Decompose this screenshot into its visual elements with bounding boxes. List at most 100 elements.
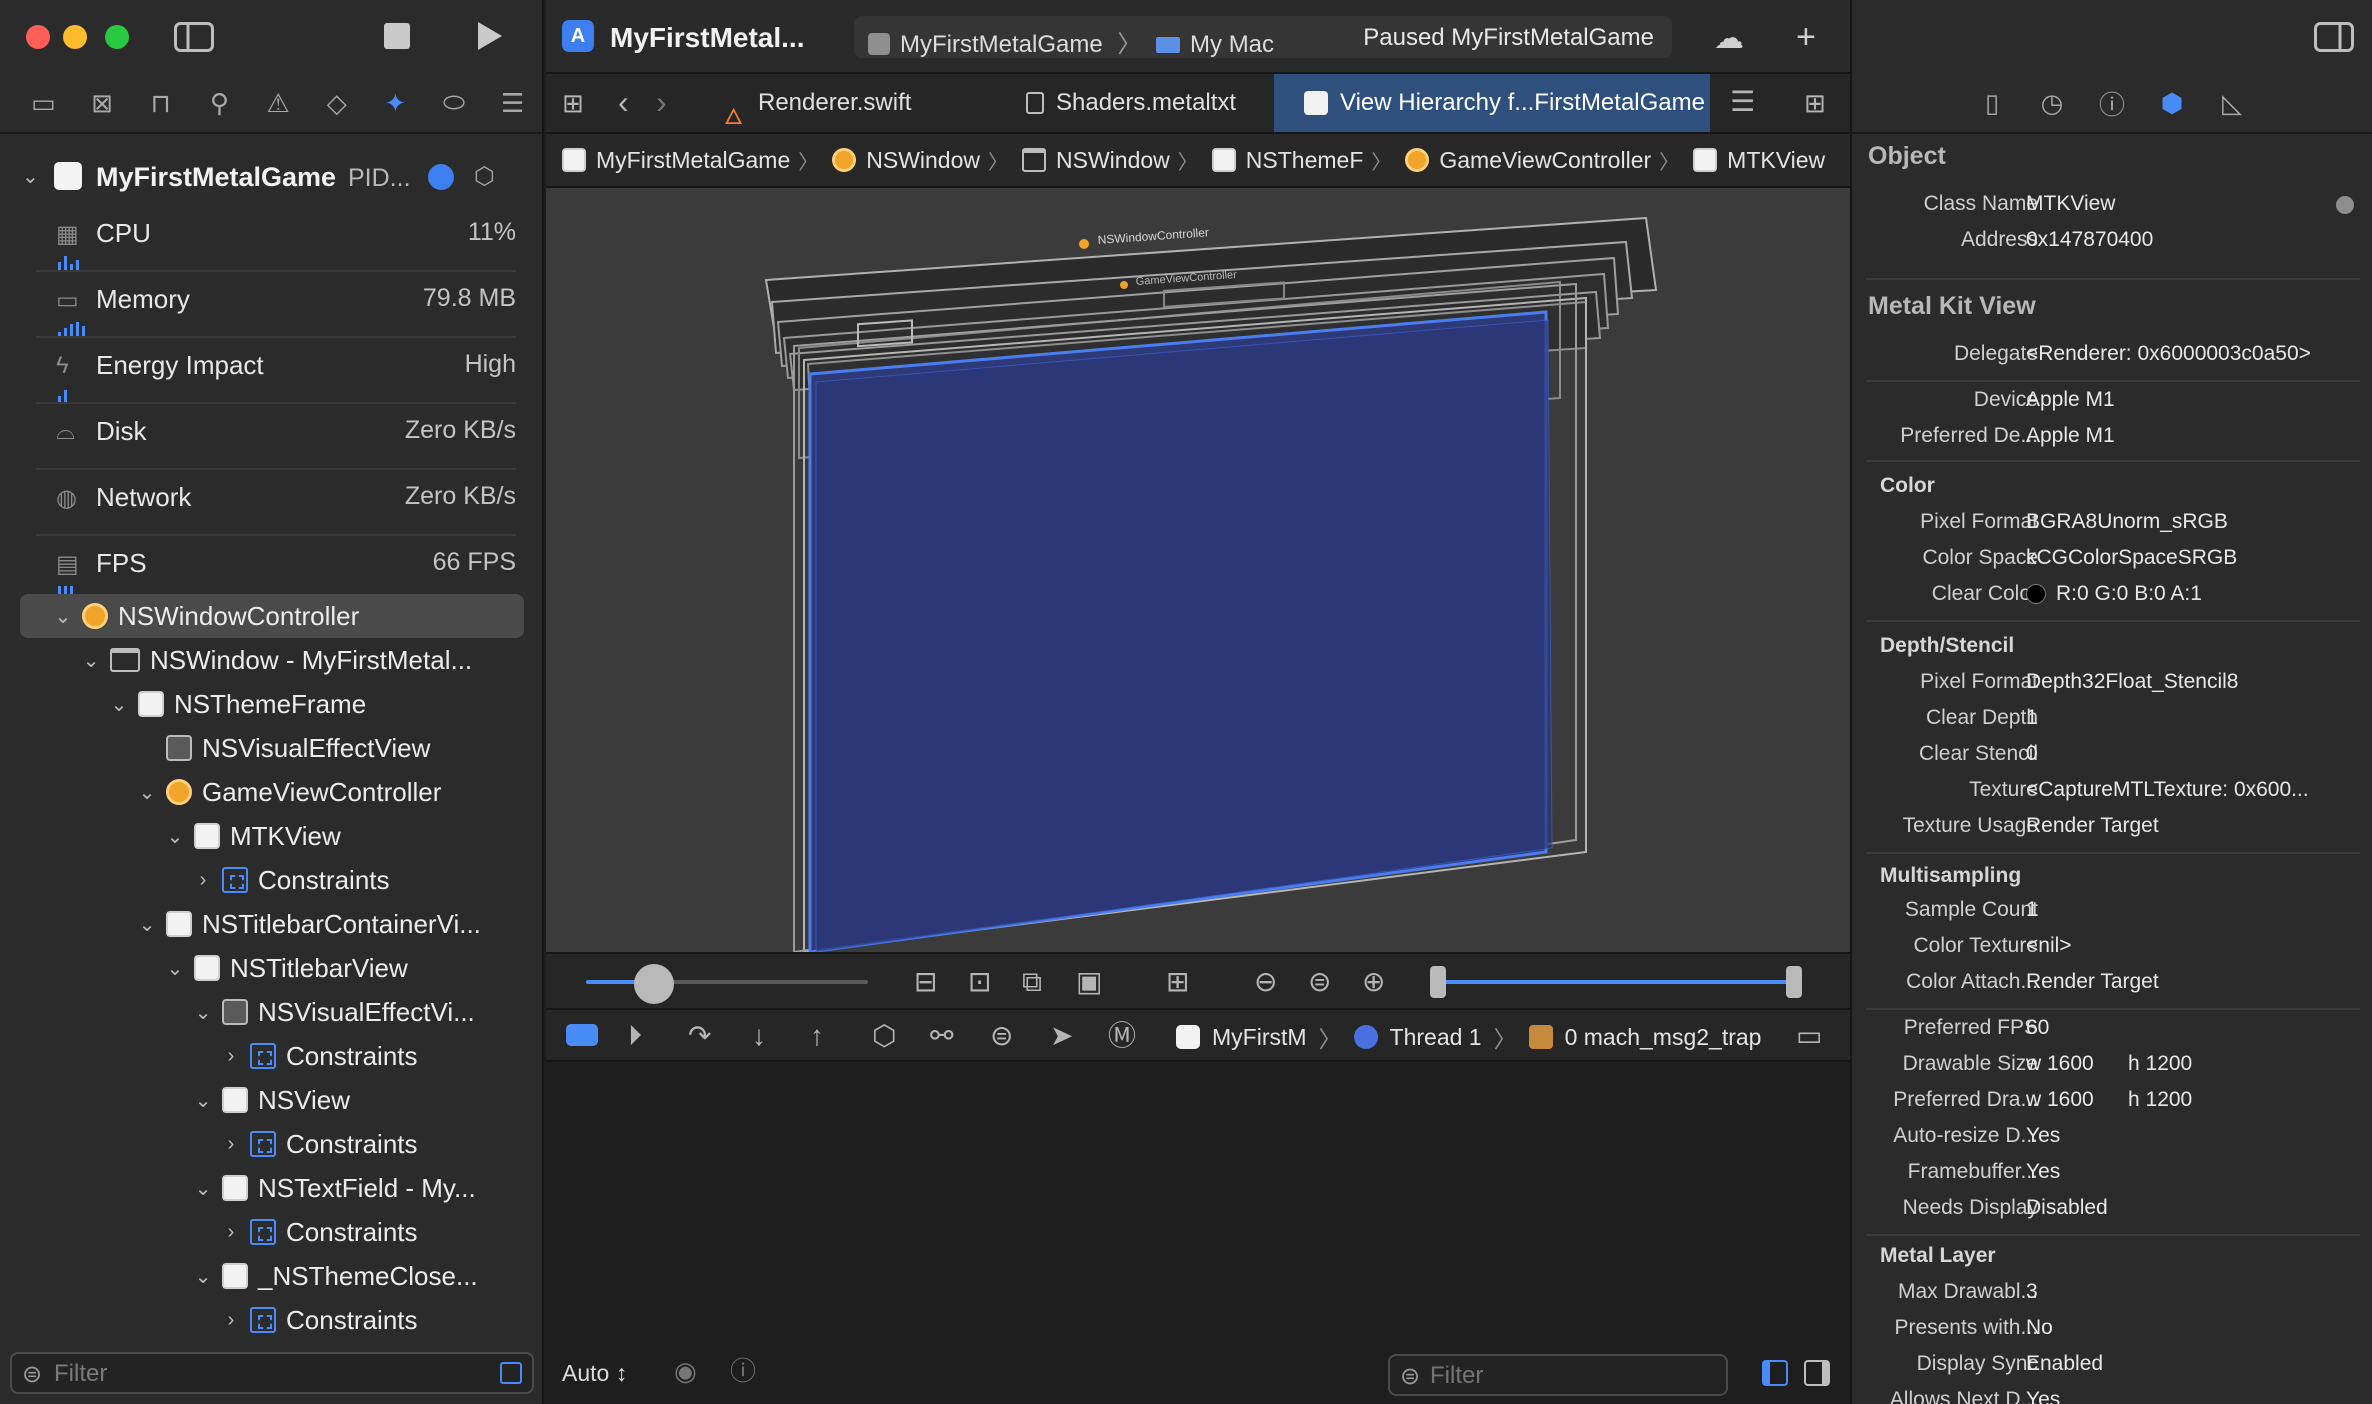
help-icon[interactable]: ⓘ — [2095, 86, 2129, 120]
view-debugger-icon[interactable]: ⬡ — [872, 1022, 896, 1050]
chevron-right-icon[interactable]: › — [218, 1045, 244, 1068]
tree-item[interactable]: NSVisualEffectView — [134, 726, 524, 770]
breadcrumb-item[interactable]: MyFirstMetalGame — [562, 147, 790, 174]
step-out-icon[interactable]: ↑ — [810, 1022, 824, 1050]
zoom-in-icon[interactable]: ⊕ — [1362, 968, 1385, 996]
hide-console-icon[interactable]: ▭ — [1796, 1022, 1822, 1050]
metal-capture-icon[interactable]: Ⓜ — [1108, 1022, 1136, 1050]
range-slider-max-handle[interactable] — [1786, 966, 1802, 998]
continue-icon[interactable]: ⏵ — [628, 1022, 642, 1050]
report-icon[interactable]: ☰ — [483, 83, 542, 123]
breadcrumb-item[interactable]: MTKView — [1693, 147, 1825, 174]
chevron-down-icon[interactable]: ⌄ — [162, 956, 188, 981]
gauge-fps[interactable]: ▤ FPS 66 FPS — [36, 536, 516, 602]
back-icon[interactable]: ‹ — [618, 86, 629, 118]
gauge-network[interactable]: ◍ Network Zero KB/s — [36, 470, 516, 536]
show-console-icon[interactable] — [1804, 1360, 1830, 1386]
breadcrumb-item[interactable]: NSThemeF — [1211, 147, 1363, 174]
sidebar-toggle-icon[interactable] — [174, 22, 214, 58]
breakpoints-toggle-icon[interactable] — [566, 1024, 598, 1046]
stop-icon[interactable] — [384, 23, 410, 55]
size-inspector-icon[interactable]: ◺ — [2215, 86, 2249, 120]
chevron-right-icon[interactable]: › — [218, 1133, 244, 1156]
forward-icon[interactable]: › — [656, 86, 667, 118]
breadcrumb-item[interactable]: NSWindow — [832, 147, 980, 174]
test-icon[interactable]: ◇ — [307, 83, 366, 123]
chevron-down-icon[interactable]: ⌄ — [22, 164, 39, 189]
tree-item[interactable]: ⌄ _NSThemeClose... — [190, 1254, 524, 1298]
layers-icon[interactable]: ▣ — [1076, 968, 1102, 996]
process-row[interactable]: ⌄ MyFirstMetalGame PID... ⬡ — [0, 152, 544, 202]
view-debugger-canvas[interactable]: NSWindowController GameViewController — [546, 188, 1850, 952]
tree-item[interactable]: ⌄ NSTextField - My... — [190, 1166, 524, 1210]
tree-item[interactable]: › Constraints — [218, 1210, 524, 1254]
editor-options-icon[interactable]: ☰ — [1730, 88, 1755, 116]
tree-item[interactable]: ⌄ NSView — [190, 1078, 524, 1122]
info-icon[interactable]: ⓘ — [730, 1358, 756, 1384]
grid-icon[interactable]: ⊞ — [562, 90, 584, 116]
console-mode-select[interactable]: Auto ↕ — [562, 1360, 627, 1387]
chevron-down-icon[interactable]: ⌄ — [106, 692, 132, 717]
gauge-cpu[interactable]: ▦ CPU 11% — [36, 206, 516, 272]
close-window-button[interactable] — [26, 25, 50, 49]
debug-thread[interactable]: Thread 1 — [1390, 1024, 1482, 1051]
tab-view-hierarchy[interactable]: View Hierarchy f...FirstMetalGame — [1274, 74, 1710, 132]
chevron-down-icon[interactable]: ⌄ — [50, 604, 76, 629]
add-icon[interactable]: + — [1796, 20, 1816, 54]
debug-navigator-icon[interactable]: ✦ — [366, 83, 425, 123]
tree-item[interactable]: ⌄ NSThemeFrame — [106, 682, 524, 726]
tree-item[interactable]: ⌄ NSTitlebarContainerVi... — [134, 902, 524, 946]
range-slider-track[interactable] — [1436, 980, 1792, 984]
split-editor-icon[interactable]: ⊞ — [1804, 90, 1826, 116]
color-swatch[interactable] — [2026, 584, 2046, 604]
source-control-icon[interactable]: ⊠ — [73, 83, 132, 123]
chevron-right-icon[interactable]: › — [218, 1221, 244, 1244]
tree-item[interactable]: ⌄ NSWindowController — [20, 594, 524, 638]
spacing-slider-track[interactable] — [586, 980, 868, 984]
gauge-memory[interactable]: ▭ Memory 79.8 MB — [36, 272, 516, 338]
minimize-window-button[interactable] — [63, 25, 87, 49]
tree-item[interactable]: › Constraints — [218, 1298, 524, 1342]
tree-item[interactable]: ⌄ NSVisualEffectVi... — [190, 990, 524, 1034]
show-constraints-icon[interactable]: ⊡ — [968, 968, 991, 996]
chevron-down-icon[interactable]: ⌄ — [190, 1088, 216, 1113]
tree-item[interactable]: › Constraints — [190, 858, 524, 902]
gauge-energy-impact[interactable]: ϟ Energy Impact High — [36, 338, 516, 404]
cube-icon[interactable]: ⬡ — [474, 162, 495, 191]
chevron-down-icon[interactable]: ⌄ — [134, 912, 160, 937]
chevron-down-icon[interactable]: ⌄ — [162, 824, 188, 849]
gauge-disk[interactable]: ⌓ Disk Zero KB/s — [36, 404, 516, 470]
history-icon[interactable]: ◷ — [2035, 86, 2069, 120]
breadcrumb-item[interactable]: NSWindow — [1022, 147, 1170, 174]
breadcrumb-item[interactable]: GameViewController — [1405, 147, 1651, 174]
debug-target[interactable]: MyFirstM — [1212, 1024, 1307, 1051]
bookmark-icon[interactable]: ⊓ — [131, 83, 190, 123]
filter-options-icon[interactable] — [500, 1362, 522, 1384]
file-inspector-icon[interactable]: ▯ — [1975, 86, 2009, 120]
run-icon[interactable] — [476, 20, 504, 58]
info-icon[interactable] — [428, 164, 454, 190]
tree-item[interactable]: ⌄ MTKView — [162, 814, 524, 858]
clip-content-icon[interactable]: ⊟ — [914, 968, 937, 996]
navigator-filter-input[interactable] — [54, 1358, 474, 1390]
zoom-window-button[interactable] — [105, 25, 129, 49]
chevron-down-icon[interactable]: ⌄ — [78, 648, 104, 673]
spacing-slider-thumb[interactable] — [634, 964, 674, 1004]
chevron-down-icon[interactable]: ⌄ — [134, 780, 160, 805]
tree-item[interactable]: ⌄ NSTitlebarView — [162, 946, 524, 990]
tree-item[interactable]: ⌄ NSWindow - MyFirstMetal... — [78, 638, 524, 682]
search-icon[interactable]: ⚲ — [190, 83, 249, 123]
zoom-out-icon[interactable]: ⊖ — [1254, 968, 1277, 996]
eye-icon[interactable]: ◉ — [674, 1358, 697, 1384]
location-icon[interactable]: ➤ — [1050, 1022, 1073, 1050]
folder-icon[interactable]: ▭ — [14, 83, 73, 123]
chevron-down-icon[interactable]: ⌄ — [190, 1000, 216, 1025]
show-variables-icon[interactable] — [1762, 1360, 1788, 1386]
tree-item[interactable]: ⌄ GameViewController — [134, 770, 524, 814]
zoom-actual-icon[interactable]: ⊜ — [1308, 968, 1331, 996]
tab-renderer-swift[interactable]: 🜂 Renderer.swift — [696, 74, 996, 132]
tree-item[interactable]: › Constraints — [218, 1034, 524, 1078]
step-over-icon[interactable]: ↷ — [688, 1022, 711, 1050]
warning-icon[interactable]: ⚠ — [249, 83, 308, 123]
tree-item[interactable]: › Constraints — [218, 1122, 524, 1166]
